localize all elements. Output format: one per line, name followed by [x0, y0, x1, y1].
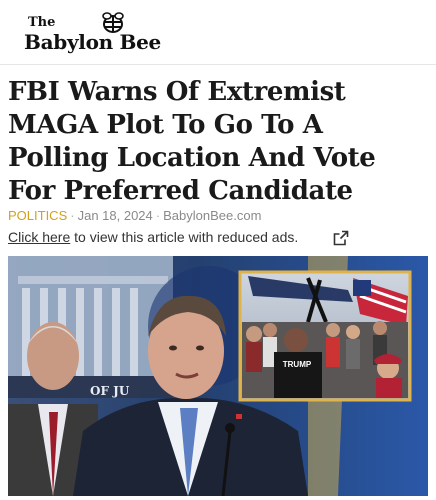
babylon-bee-logo[interactable]: The Babylon Bee	[22, 12, 162, 56]
article-meta: POLITICS · Jan 18, 2024 · BabylonBee.com	[8, 208, 261, 223]
article-photo[interactable]: OF JU TRUMP	[8, 256, 428, 496]
logo-the: The	[28, 15, 56, 30]
photo-scene: OF JU TRUMP	[8, 256, 428, 496]
building-inscription: OF JU	[90, 384, 130, 398]
rally-inset: TRUMP	[238, 270, 412, 402]
trump-hat-text: TRUMP	[283, 360, 312, 369]
publish-date: Jan 18, 2024	[77, 208, 153, 223]
reduced-ads-text: to view this article with reduced ads.	[70, 229, 299, 245]
external-link-icon[interactable]	[333, 230, 349, 246]
meta-separator: ·	[70, 208, 75, 223]
reduced-ads-notice: Click here to view this article with red…	[8, 229, 428, 249]
source-label: BabylonBee.com	[163, 208, 262, 223]
site-header: The Babylon Bee	[0, 0, 436, 64]
logo-name: Babylon Bee	[24, 30, 161, 54]
category-label[interactable]: POLITICS	[8, 208, 67, 223]
header-divider	[0, 64, 436, 65]
meta-separator: ·	[155, 208, 161, 223]
click-here-link[interactable]: Click here	[8, 229, 70, 245]
article-headline: FBI Warns Of Extremist MAGA Plot To Go T…	[8, 77, 376, 206]
